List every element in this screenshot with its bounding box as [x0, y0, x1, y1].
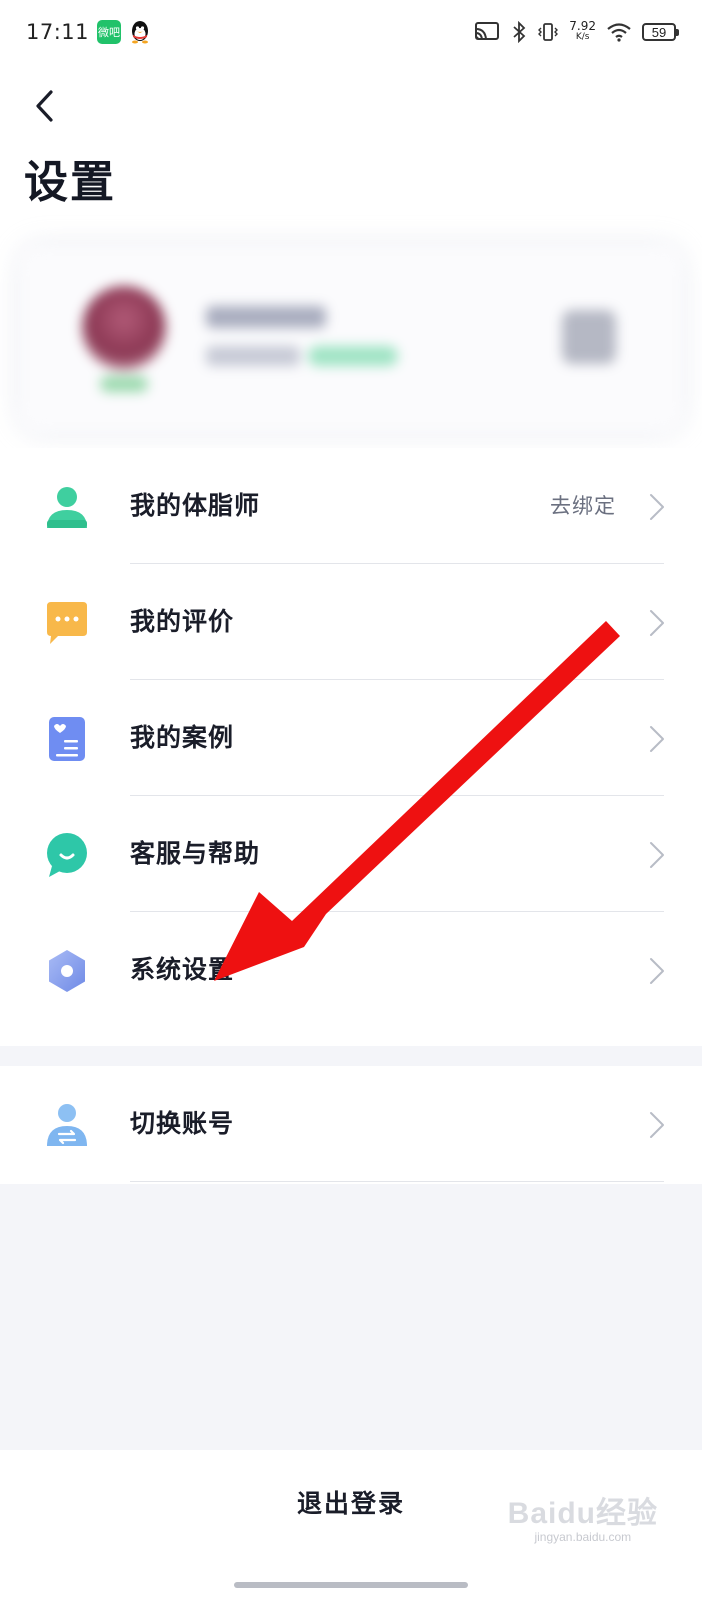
menu-item-system-settings[interactable]: 系统设置 — [0, 912, 702, 1028]
watermark-brand: Baidu经验 — [507, 1497, 658, 1530]
profile-subtitle-blurred — [206, 346, 300, 366]
person-icon — [47, 487, 87, 528]
profile-card[interactable] — [20, 246, 682, 432]
baidu-watermark: Baidu经验 jingyan.baidu.com — [508, 1488, 658, 1544]
section-separator — [0, 1046, 702, 1066]
profile-name-blurred — [206, 306, 326, 328]
page-title: 设置 — [24, 157, 116, 208]
profile-tag-blurred — [308, 346, 398, 366]
bluetooth-icon — [513, 21, 526, 43]
chevron-right-icon — [650, 494, 664, 520]
home-indicator[interactable] — [234, 1582, 468, 1588]
empty-area — [0, 1184, 702, 1450]
account-menu: 切换账号 — [0, 1066, 702, 1184]
status-right: 7.92 K/s 59 — [473, 19, 679, 43]
back-button[interactable] — [24, 86, 64, 126]
menu-item-my-cases[interactable]: 我的案例 — [0, 680, 702, 796]
bind-action-text[interactable]: 去绑定 — [550, 490, 616, 520]
hexagon-settings-icon — [49, 950, 85, 992]
menu-item-label: 我的体脂师 — [130, 491, 261, 520]
chevron-right-icon — [650, 958, 664, 984]
menu-item-label: 我的案例 — [130, 723, 235, 752]
chevron-right-icon — [650, 842, 664, 868]
chevron-left-icon — [36, 90, 53, 122]
settings-menu: 我的体脂师 去绑定 我的评价 我的案例 客服与帮助 系统设置 — [0, 448, 702, 1046]
app-badge-icon: 微吧 — [97, 20, 122, 44]
battery-level: 59 — [651, 24, 667, 40]
net-speed-unit: K/s — [575, 32, 590, 42]
battery-icon: 59 — [642, 23, 679, 41]
menu-item-label: 我的评价 — [130, 607, 235, 636]
document-icon — [49, 717, 85, 761]
menu-item-my-trainer[interactable]: 我的体脂师 去绑定 — [0, 448, 702, 564]
menu-item-switch-account[interactable]: 切换账号 — [0, 1066, 702, 1182]
wifi-icon — [607, 23, 631, 42]
menu-item-label: 切换账号 — [130, 1109, 235, 1138]
status-bar: 17:11 微吧 7.92 K/s 59 — [0, 0, 702, 64]
network-speed: 7.92 K/s — [569, 19, 596, 43]
net-speed-value: 7.92 — [569, 19, 596, 33]
menu-item-label: 系统设置 — [130, 955, 235, 984]
logout-bar: 退出登录 Baidu经验 jingyan.baidu.com — [0, 1450, 702, 1600]
menu-item-label: 客服与帮助 — [130, 839, 261, 868]
status-left: 17:11 微吧 — [26, 20, 151, 44]
chevron-right-icon — [650, 1112, 664, 1138]
status-time: 17:11 — [26, 20, 90, 44]
menu-item-my-reviews[interactable]: 我的评价 — [0, 564, 702, 680]
vibrate-icon — [538, 23, 559, 41]
divider — [130, 1181, 664, 1182]
service-icon — [47, 833, 87, 877]
qr-code-icon[interactable] — [562, 310, 616, 364]
watermark-url: jingyan.baidu.com — [534, 1530, 632, 1544]
cast-icon — [475, 22, 500, 40]
settings-screen: 17:11 微吧 7.92 K/s 59 设置 我的体脂师 去绑定 我的评价 我… — [0, 0, 702, 1600]
switch-account-icon — [47, 1104, 87, 1146]
avatar — [82, 286, 166, 370]
chevron-right-icon — [650, 726, 664, 752]
chevron-right-icon — [650, 610, 664, 636]
chat-bubble-icon — [47, 602, 87, 644]
menu-item-customer-service[interactable]: 客服与帮助 — [0, 796, 702, 912]
qq-penguin-icon — [132, 21, 149, 44]
avatar-badge — [100, 376, 148, 392]
